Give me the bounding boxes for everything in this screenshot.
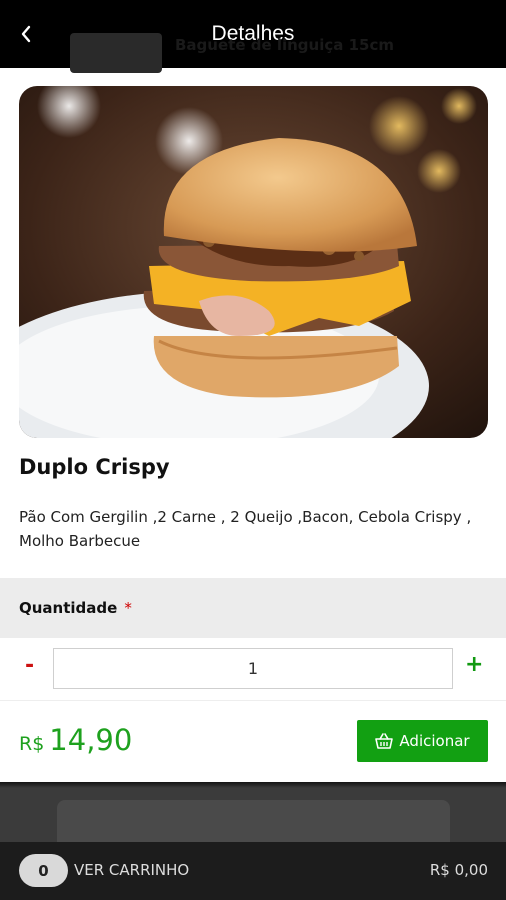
product-image	[19, 86, 488, 438]
chevron-left-icon	[21, 25, 31, 43]
required-indicator: *	[124, 599, 132, 617]
price-row: R$ 14,90 Adicionar	[0, 700, 506, 783]
basket-icon	[375, 733, 394, 749]
quantity-stepper: - +	[0, 638, 506, 700]
product-description: Pão Com Gergilin ,2 Carne , 2 Queijo ,Ba…	[19, 508, 472, 550]
decrease-quantity-button[interactable]: -	[25, 653, 34, 678]
price-currency: R$	[19, 733, 45, 755]
product-price: R$ 14,90	[19, 723, 132, 757]
cart-total: R$ 0,00	[429, 861, 488, 879]
modal-shadow	[0, 782, 506, 788]
increase-quantity-button[interactable]: +	[465, 652, 483, 677]
background-list-item	[57, 800, 450, 842]
view-cart-button[interactable]: VER CARRINHO	[74, 861, 189, 879]
add-button-label: Adicionar	[399, 732, 470, 750]
add-to-cart-button[interactable]: Adicionar	[357, 720, 488, 762]
cart-count-badge: 0	[19, 854, 68, 887]
cart-bar[interactable]: 0 VER CARRINHO R$ 0,00	[0, 842, 506, 900]
quantity-section-header: Quantidade *	[0, 578, 506, 638]
background-item-name: Baguete de linguiça 15cm	[175, 36, 394, 54]
price-value: 14,90	[49, 723, 133, 757]
quantity-input[interactable]	[53, 648, 453, 689]
background-item-thumbnail	[70, 33, 162, 73]
quantity-label: Quantidade	[19, 599, 118, 617]
back-button[interactable]	[14, 22, 38, 46]
product-name: Duplo Crispy	[19, 455, 170, 479]
background-list	[0, 782, 506, 842]
